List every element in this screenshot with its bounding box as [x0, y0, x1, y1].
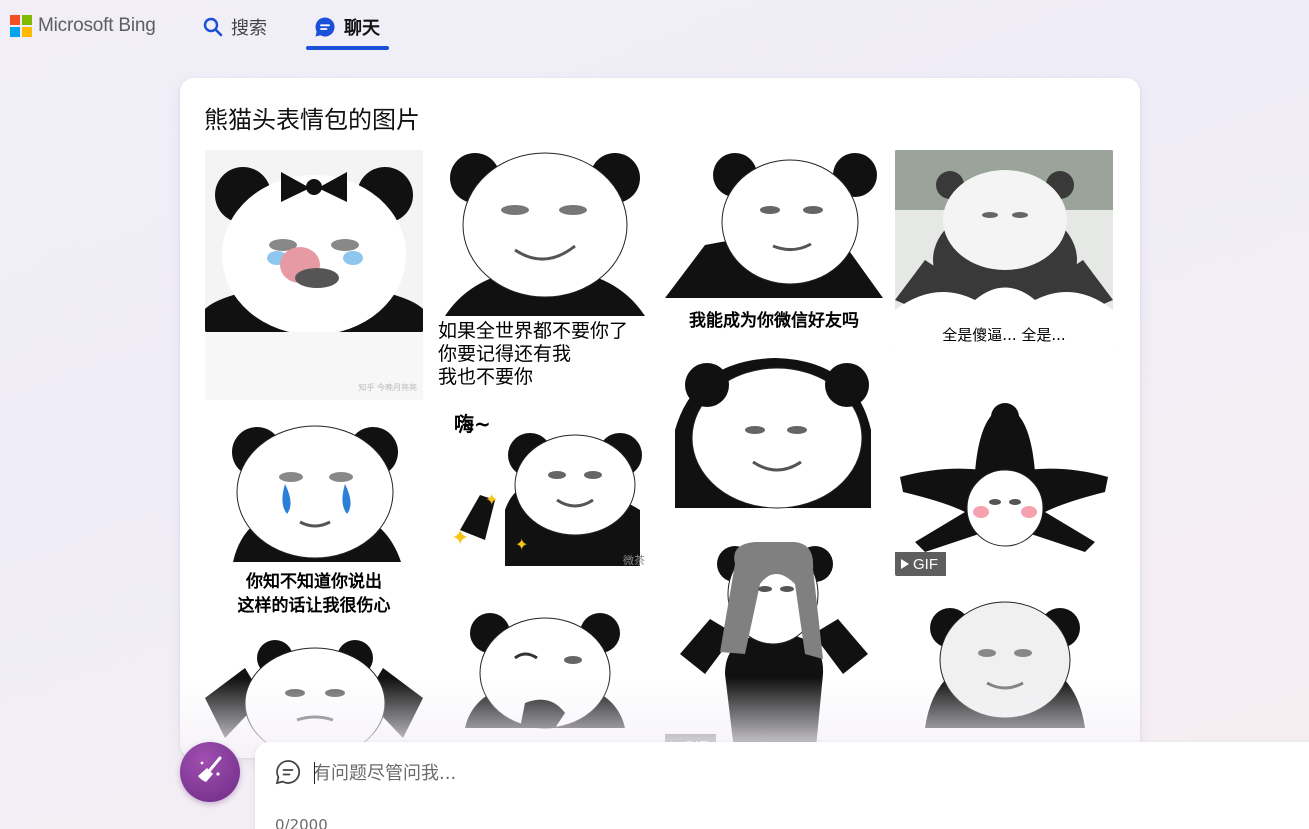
active-tab-indicator [306, 46, 389, 50]
gif-badge: GIF [895, 552, 946, 576]
image-thumbnail[interactable]: 全是傻逼... 全是... [895, 150, 1113, 350]
image-thumbnail[interactable]: 知乎 今晚月亮亮 [205, 150, 423, 400]
tab-chat-label: 聊天 [344, 18, 380, 39]
image-watermark: 知乎 今晚月亮亮 [358, 383, 417, 392]
gif-badge-label: GIF [913, 555, 938, 573]
tab-search[interactable]: 搜索 [203, 12, 267, 42]
logo-square-red [10, 15, 20, 25]
logo-square-green [22, 15, 32, 25]
new-topic-button[interactable] [180, 742, 240, 802]
image-results-card: 熊猫头表情包的图片 知乎 今晚月亮亮 你知不知道你说出 这样的话让我很伤心 如果… [180, 78, 1140, 758]
chat-icon [275, 759, 301, 789]
svg-text:✦: ✦ [451, 526, 469, 551]
image-caption: 你知不知道你说出 这样的话让我很伤心 [237, 572, 391, 616]
panda-wig-dance-meme-image [665, 524, 883, 758]
image-thumbnail[interactable]: 如果全世界都不要你了 你要记得还有我 我也不要你 [435, 150, 653, 388]
panda-blurry-meme-image [895, 588, 1113, 758]
image-thumbnail[interactable] [435, 588, 653, 758]
search-icon [203, 17, 223, 37]
top-nav: Microsoft Bing 搜索 聊天 [0, 0, 1309, 56]
logo-square-blue [10, 27, 20, 37]
image-watermark: 微茶 [623, 554, 645, 567]
tab-search-label: 搜索 [231, 18, 267, 39]
image-caption: 我能成为你微信好友吗 [689, 311, 859, 331]
image-thumbnail[interactable]: GIF [665, 524, 883, 758]
image-thumbnail[interactable]: ✦ ✦ ✦ 嗨~ 微茶 [435, 400, 653, 576]
image-thumbnail[interactable]: 你知不知道你说出 这样的话让我很伤心 [205, 412, 423, 624]
char-counter: 0/2000 [275, 816, 328, 829]
microsoft-logo-icon [10, 15, 32, 37]
panda-bow-meme-image [205, 150, 423, 400]
panda-thinking-meme-image [435, 588, 653, 758]
logo-square-yellow [22, 27, 32, 37]
panda-grin-meme-image [665, 350, 883, 512]
image-caption: 嗨~ [454, 412, 491, 436]
panda-bathtub-meme-image [895, 150, 1113, 350]
panda-starfish-meme-image [895, 362, 1113, 576]
svg-text:✦: ✦ [485, 490, 498, 509]
image-caption: 全是傻逼... 全是... [942, 326, 1066, 344]
brand-name: Microsoft Bing [38, 15, 156, 36]
image-thumbnail[interactable] [665, 350, 883, 512]
bing-brand[interactable]: Microsoft Bing [10, 15, 156, 37]
chat-composer: 0/2000 [255, 742, 1309, 829]
image-thumbnail[interactable]: GIF [895, 362, 1113, 576]
play-icon [901, 559, 909, 569]
image-caption: 如果全世界都不要你了 你要记得还有我 我也不要你 [438, 320, 629, 388]
chat-input[interactable] [313, 758, 1213, 788]
text-caret [314, 762, 315, 784]
image-thumbnail[interactable] [895, 588, 1113, 758]
tab-chat[interactable]: 聊天 [314, 12, 380, 42]
card-title: 熊猫头表情包的图片 [204, 106, 420, 134]
image-thumbnail[interactable]: 我能成为你微信好友吗 [665, 150, 883, 338]
broom-icon [194, 754, 226, 790]
panda-grimace-meme-image [205, 638, 423, 758]
image-thumbnail[interactable] [205, 638, 423, 758]
chat-bubble-icon [314, 16, 336, 38]
